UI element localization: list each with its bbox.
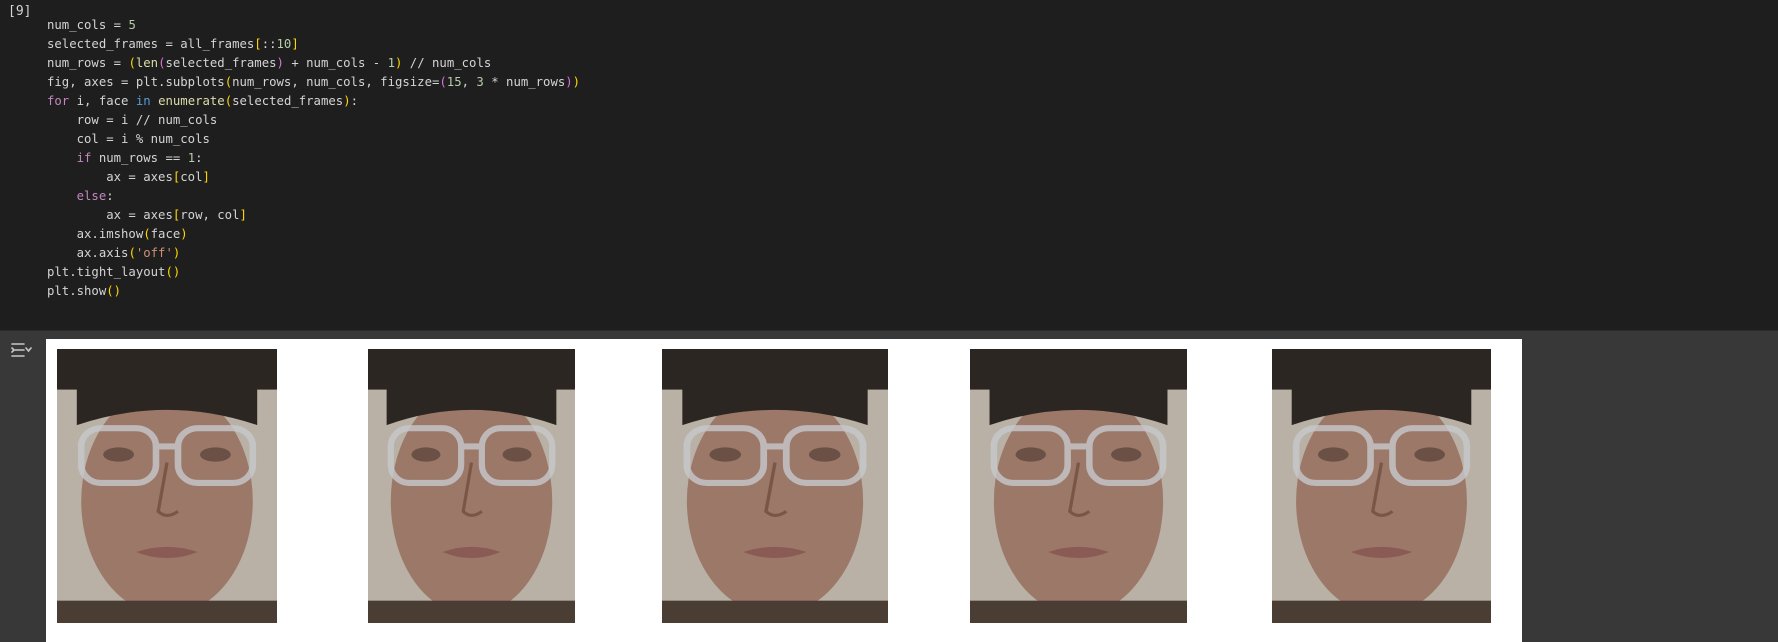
- code-line: if num_rows == 1:: [76, 151, 203, 165]
- figure-output: [46, 339, 1522, 642]
- face-frame-image: [970, 349, 1187, 623]
- code-line: ax = axes[row, col]: [47, 208, 247, 222]
- code-line: ax.axis('off'): [47, 246, 181, 260]
- face-frame-image: [662, 349, 888, 623]
- output-toggle-icon[interactable]: [10, 339, 32, 361]
- code-line: col = i % num_cols: [47, 132, 210, 146]
- cell-output: [0, 331, 1778, 642]
- execution-count: [9]: [8, 4, 32, 19]
- code-line: for i, face in enumerate(selected_frames…: [47, 94, 358, 108]
- code-line: row = i // num_cols: [47, 113, 218, 127]
- code-line: plt.tight_layout(): [47, 265, 181, 279]
- code-line: ax = axes[col]: [47, 170, 210, 184]
- code-line: num_rows = (len(selected_frames) + num_c…: [47, 56, 492, 70]
- code-line: num_cols = 5: [47, 18, 136, 32]
- code-editor[interactable]: num_cols = 5 selected_frames = all_frame…: [47, 16, 580, 301]
- code-line: else:: [76, 189, 114, 203]
- code-line: plt.show(): [47, 284, 122, 298]
- face-frame-image: [57, 349, 277, 623]
- face-frame-image: [368, 349, 575, 623]
- face-frame-image: [1272, 349, 1491, 623]
- code-line: ax.imshow(face): [47, 227, 188, 241]
- code-cell[interactable]: [9] num_cols = 5 selected_frames = all_f…: [0, 0, 1778, 331]
- code-line: selected_frames = all_frames[::10]: [47, 37, 299, 51]
- code-line: fig, axes = plt.subplots(num_rows, num_c…: [47, 75, 581, 89]
